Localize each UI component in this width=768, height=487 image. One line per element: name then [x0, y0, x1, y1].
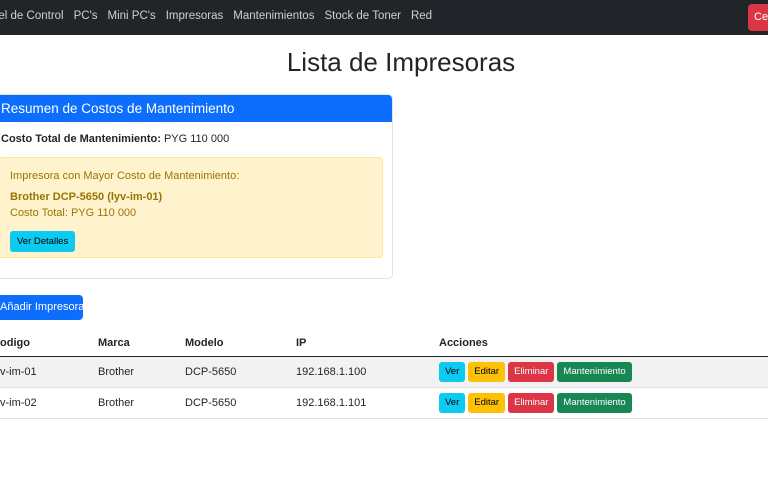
- table-row: v-im-01 Brother DCP-5650 192.168.1.100 V…: [0, 356, 768, 388]
- alert-printer-name: Brother DCP-5650 (lyv-im-01): [10, 191, 163, 203]
- cell-ip: 192.168.1.100: [296, 356, 439, 388]
- nav-item-mini-pcs[interactable]: Mini PC's: [108, 10, 156, 22]
- navbar: nel de Control PC's Mini PC's Impresoras…: [0, 0, 768, 35]
- view-details-button[interactable]: Ver Detalles: [10, 231, 76, 252]
- edit-button[interactable]: Editar: [468, 361, 506, 382]
- total-cost-line: Costo Total de Mantenimiento: PYG 110 00…: [1, 133, 392, 145]
- add-printer-button[interactable]: Añadir Impresora: [0, 295, 84, 320]
- page-title: Lista de Impresoras: [286, 47, 516, 77]
- view-button[interactable]: Ver: [439, 392, 466, 413]
- top-cost-alert: Impresora con Mayor Costo de Mantenimien…: [0, 157, 383, 258]
- maintenance-button[interactable]: Mantenimiento: [557, 392, 632, 413]
- card-body: Costo Total de Mantenimiento: PYG 110 00…: [0, 122, 392, 145]
- view-button[interactable]: Ver: [439, 361, 466, 382]
- printers-table: odigo Marca Modelo IP Acciones v-im-01 B…: [0, 330, 768, 419]
- nav-item-red[interactable]: Red: [411, 10, 432, 22]
- alert-title: Impresora con Mayor Costo de Mantenimien…: [10, 170, 240, 182]
- cell-actions: Ver Editar Eliminar Mantenimiento: [439, 387, 768, 419]
- col-header-marca: Marca: [98, 330, 185, 357]
- table-header-row: odigo Marca Modelo IP Acciones: [0, 330, 768, 357]
- cell-codigo: v-im-01: [0, 356, 98, 388]
- nav-item-stock-toner[interactable]: Stock de Toner: [324, 10, 401, 22]
- delete-button[interactable]: Eliminar: [508, 392, 555, 413]
- table-row: v-im-02 Brother DCP-5650 192.168.1.101 V…: [0, 387, 768, 419]
- cell-ip: 192.168.1.101: [296, 387, 439, 419]
- nav-item-mantenimientos[interactable]: Mantenimientos: [233, 10, 314, 22]
- logout-button[interactable]: Cer: [748, 4, 768, 31]
- nav-item-impresoras[interactable]: Impresoras: [166, 10, 224, 22]
- col-header-ip: IP: [296, 330, 439, 357]
- maintenance-summary-card: Resumen de Costos de Mantenimiento Costo…: [0, 94, 393, 279]
- total-cost-label: Costo Total de Mantenimiento:: [1, 133, 161, 145]
- nav-item-panel-control[interactable]: nel de Control: [0, 10, 64, 22]
- cell-codigo: v-im-02: [0, 387, 98, 419]
- maintenance-button[interactable]: Mantenimiento: [557, 361, 632, 382]
- col-header-acciones: Acciones: [439, 330, 768, 357]
- total-cost-value: PYG 110 000: [163, 133, 230, 145]
- cell-marca: Brother: [98, 356, 185, 388]
- cell-marca: Brother: [98, 387, 185, 419]
- nav-links: nel de Control PC's Mini PC's Impresoras…: [0, 10, 432, 22]
- cell-actions: Ver Editar Eliminar Mantenimiento: [439, 356, 768, 388]
- delete-button[interactable]: Eliminar: [508, 361, 555, 382]
- alert-printer-cost: Costo Total: PYG 110 000: [10, 207, 137, 219]
- cell-modelo: DCP-5650: [185, 387, 296, 419]
- cell-modelo: DCP-5650: [185, 356, 296, 388]
- card-header: Resumen de Costos de Mantenimiento: [0, 95, 392, 122]
- nav-item-pcs[interactable]: PC's: [74, 10, 98, 22]
- col-header-codigo: odigo: [0, 330, 98, 357]
- col-header-modelo: Modelo: [185, 330, 296, 357]
- edit-button[interactable]: Editar: [468, 392, 506, 413]
